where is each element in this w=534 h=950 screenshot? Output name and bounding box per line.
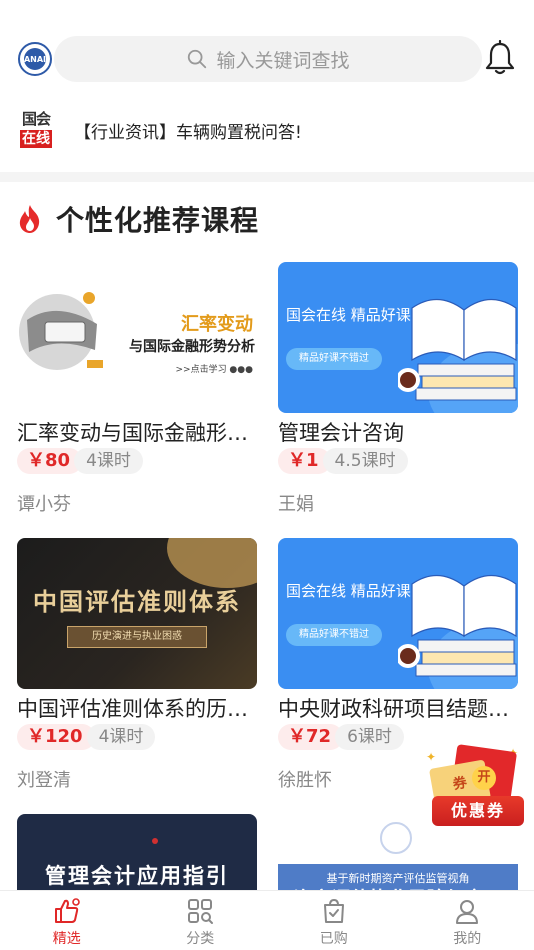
course-title[interactable]: 汇率变动与国际金融形势分析 [17, 419, 257, 447]
emblem-image [380, 822, 412, 854]
thumb-headline: 国会在线 精品好课 [286, 582, 411, 600]
thumb-headline: 国会在线 精品好课 [286, 306, 411, 324]
thumb-headline: 管理会计应用指引 [45, 864, 229, 888]
news-headline[interactable]: 【行业资讯】车辆购置税问答! [74, 118, 302, 143]
purchased-bag-icon [323, 898, 344, 923]
thumb-banner: 历史演进与执业困惑 [67, 626, 207, 648]
course-title[interactable]: 管理会计咨询 [278, 419, 518, 447]
open-book-image [398, 298, 517, 401]
course-title[interactable]: 中国评估准则体系的历史演进与执业困惑 [17, 695, 257, 723]
section-divider [0, 172, 534, 182]
bottom-nav: 精选 分类 已购 我的 [0, 890, 534, 950]
course-meta: ￥120 4课时 [17, 724, 257, 750]
thumb-cta: >>点击学习 ●●● [175, 365, 253, 375]
course-meta: ￥1 4.5课时 [278, 448, 518, 474]
thumb-decoration [152, 838, 158, 844]
thumb-decoration [167, 538, 257, 588]
thumb-tag: 精品好课不错过 [286, 348, 382, 370]
coupon-open-badge: 开 [472, 766, 496, 790]
thumb-headline: 汇率变动 [181, 314, 253, 335]
course-card[interactable]: 汇率变动 与国际金融形势分析 >>点击学习 ●●● 汇率变动与国际金融形势分析 … [17, 262, 257, 516]
coupon-float-button[interactable]: ✦ ✦ 券 开 优惠券 [424, 744, 524, 832]
course-teacher: 谭小芬 [17, 494, 71, 515]
nav-item-profile[interactable]: 我的 [401, 891, 534, 950]
profile-icon [456, 900, 479, 924]
nav-item-featured[interactable]: 精选 [0, 891, 134, 950]
category-icon [188, 899, 214, 924]
news-badge-top: 国会 [21, 110, 51, 128]
brand-logo[interactable]: ANAI [18, 42, 52, 76]
course-price: ￥72 [278, 724, 344, 750]
currency-globe-image [19, 292, 103, 370]
search-placeholder: 输入关键词查找 [216, 49, 350, 72]
course-teacher: 刘登清 [17, 770, 71, 791]
course-hours: 6课时 [335, 724, 404, 750]
course-thumbnail[interactable]: 国会在线 精品好课 精品好课不错过 [278, 538, 518, 689]
nav-item-category[interactable]: 分类 [134, 891, 268, 950]
course-hours: 4.5课时 [322, 448, 408, 474]
course-thumbnail[interactable]: 汇率变动 与国际金融形势分析 >>点击学习 ●●● [17, 262, 257, 413]
course-title[interactable]: 中央财政科研项目结题审计 [278, 695, 518, 723]
app-screen: ANAI 输入关键词查找 国会 在线 【行业资讯】车辆购置税问答! 个性化推荐课… [0, 0, 534, 950]
course-teacher: 王娟 [278, 494, 314, 515]
thumbs-up-icon [54, 898, 80, 923]
course-price: ￥80 [17, 448, 83, 474]
search-icon [188, 49, 207, 69]
thumb-tag: 精品好课不错过 [286, 624, 382, 646]
thumb-subheadline: 与国际金融形势分析 [129, 339, 255, 355]
section-header: 个性化推荐课程 [16, 196, 260, 242]
course-price: ￥120 [17, 724, 95, 750]
brand-logo-mark: ANAI [24, 48, 46, 70]
search-bar[interactable]: 输入关键词查找 [54, 36, 482, 82]
news-badge-bottom: 在线 [20, 130, 52, 148]
nav-label: 精选 [52, 931, 81, 947]
news-ticker[interactable]: 国会 在线 【行业资讯】车辆购置税问答! [0, 108, 534, 154]
nav-label: 已购 [319, 931, 348, 947]
section-title: 个性化推荐课程 [56, 199, 260, 239]
thumb-headline: 中国评估准则体系 [33, 588, 241, 616]
nav-label: 我的 [453, 931, 482, 947]
course-thumbnail[interactable]: 国会在线 精品好课 精品好课不错过 [278, 262, 518, 413]
bell-icon[interactable] [484, 40, 516, 76]
course-card[interactable]: 国会在线 精品好课 精品好课不错过 管理会计咨询 ￥1 4.5课时 王娟 [278, 262, 518, 516]
course-thumbnail[interactable]: 中国评估准则体系 历史演进与执业困惑 [17, 538, 257, 689]
nav-label: 分类 [186, 931, 215, 947]
nav-item-purchased[interactable]: 已购 [267, 891, 401, 950]
open-book-image [398, 574, 517, 677]
course-card[interactable]: 中国评估准则体系 历史演进与执业困惑 中国评估准则体系的历史演进与执业困惑 ￥1… [17, 538, 257, 792]
course-meta: ￥80 4课时 [17, 448, 257, 474]
coupon-label: 优惠券 [432, 796, 524, 826]
course-hours: 4课时 [74, 448, 143, 474]
news-badge: 国会 在线 [18, 110, 54, 150]
course-hours: 4课时 [86, 724, 156, 750]
top-bar: ANAI 输入关键词查找 [0, 34, 534, 84]
sparkle-icon: ✦ [426, 750, 437, 764]
flame-icon [19, 205, 40, 233]
